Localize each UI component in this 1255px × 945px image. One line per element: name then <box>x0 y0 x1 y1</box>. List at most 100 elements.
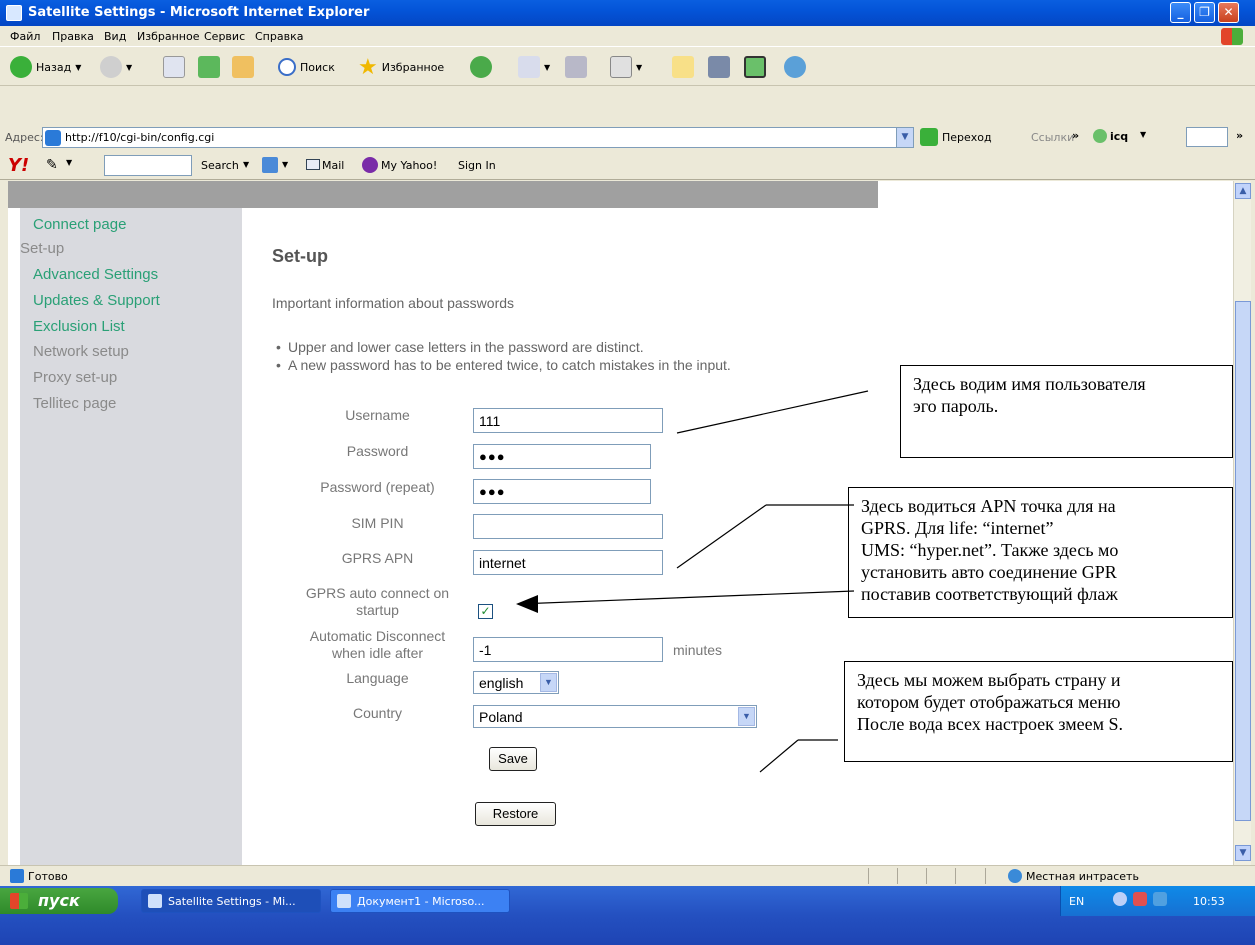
vertical-scrollbar[interactable]: ▲ ▼ <box>1233 181 1251 865</box>
leader-line-country-1 <box>759 739 799 773</box>
edit-button[interactable]: ▼ <box>610 55 642 79</box>
page-status-icon <box>10 869 24 883</box>
yahoo-search-input[interactable] <box>104 155 192 176</box>
flower-icon <box>744 56 766 78</box>
discuss-button[interactable] <box>672 55 694 79</box>
menu-help[interactable]: Справка <box>255 30 303 43</box>
users-icon <box>784 56 806 78</box>
menu-tools[interactable]: Сервис <box>204 30 245 43</box>
scroll-down-icon[interactable]: ▼ <box>1235 845 1251 861</box>
print-icon <box>565 56 587 78</box>
yahoo-mail-button[interactable]: Mail <box>322 159 344 172</box>
forward-button[interactable]: ▼ <box>100 55 132 79</box>
clock: 10:53 <box>1193 895 1225 908</box>
standard-toolbar: Назад ▼ ▼ Поиск ★ Избранное ▼ ▼ <box>0 48 1255 86</box>
word-icon <box>337 894 351 908</box>
search-icon <box>278 58 296 76</box>
tray-network-icon[interactable] <box>1133 892 1147 906</box>
window-icon[interactable] <box>262 157 278 173</box>
users-button[interactable] <box>784 55 806 79</box>
status-text: Готово <box>28 870 68 883</box>
system-tray: EN 10:53 <box>1060 886 1255 916</box>
menu-edit[interactable]: Правка <box>52 30 94 43</box>
back-arrow-icon <box>10 56 32 78</box>
yahoo-search-button[interactable]: Search <box>201 159 239 172</box>
address-input[interactable]: http://f10/cgi-bin/config.cgi ▼ <box>42 127 914 148</box>
refresh-icon <box>198 56 220 78</box>
minimize-button[interactable]: _ <box>1170 2 1191 23</box>
my-yahoo-icon <box>362 157 378 173</box>
print-button[interactable] <box>565 55 587 79</box>
note-icon <box>672 56 694 78</box>
page-icon <box>45 130 61 146</box>
mail-button[interactable]: ▼ <box>518 55 550 79</box>
mail-icon <box>306 159 320 170</box>
stop-button[interactable] <box>163 55 185 79</box>
address-label: Адрес: <box>5 131 44 144</box>
icq-search-input[interactable] <box>1186 127 1228 147</box>
stop-icon <box>163 56 185 78</box>
back-button[interactable]: Назад ▼ <box>10 55 81 79</box>
history-button[interactable] <box>470 55 492 79</box>
history-icon <box>470 56 492 78</box>
leader-arrowhead <box>516 595 538 613</box>
chevron-down-icon: ▼ <box>126 62 133 72</box>
windows-logo-icon <box>1221 28 1243 45</box>
taskbar-item-satellite-label: Satellite Settings - Mi... <box>168 895 296 908</box>
pencil-icon[interactable]: ✎ <box>46 157 58 173</box>
research-button[interactable] <box>708 55 730 79</box>
taskbar: пуск Satellite Settings - Mi... Документ… <box>0 886 1255 945</box>
tray-monitor-icon[interactable] <box>1153 892 1167 906</box>
ie-icon <box>148 894 162 908</box>
address-dropdown-icon[interactable]: ▼ <box>896 128 913 147</box>
my-yahoo-button[interactable]: My Yahoo! <box>381 159 437 172</box>
callout-leader-lines <box>516 390 869 773</box>
address-url: http://f10/cgi-bin/config.cgi <box>65 131 215 144</box>
favorites-label: Избранное <box>381 60 445 74</box>
mail-icon <box>518 56 540 78</box>
menu-bar: Файл Правка Вид Избранное Сервис Справка <box>0 26 1255 47</box>
taskbar-item-document-label: Документ1 - Microso... <box>357 895 485 908</box>
windows-flag-icon <box>10 893 28 909</box>
links-button[interactable]: Ссылки <box>1031 131 1074 144</box>
go-arrow-icon[interactable] <box>920 128 938 146</box>
word-icon <box>610 56 632 78</box>
status-bar: Готово Местная интрасеть <box>0 865 1255 886</box>
tray-arrow-icon[interactable] <box>1113 892 1127 906</box>
menu-favorites[interactable]: Избранное <box>137 30 199 43</box>
yahoo-toolbar: Y! ✎ ▼ Search ▼ ▼ Mail My Yahoo! Sign In <box>0 152 1255 180</box>
leader-line-apn-1 <box>676 504 767 569</box>
research-icon <box>708 56 730 78</box>
chevron-down-icon: ▼ <box>75 62 82 72</box>
home-button[interactable] <box>232 55 254 79</box>
icq-flower-icon <box>1093 129 1107 143</box>
close-button[interactable]: ✕ <box>1218 2 1239 23</box>
icq-button[interactable]: icq <box>1110 130 1128 143</box>
menu-view[interactable]: Вид <box>104 30 126 43</box>
start-button[interactable]: пуск <box>0 888 118 914</box>
scroll-up-icon[interactable]: ▲ <box>1235 183 1251 199</box>
messenger-button[interactable] <box>744 55 766 79</box>
search-button[interactable]: Поиск <box>278 55 335 79</box>
scroll-thumb[interactable] <box>1235 301 1251 821</box>
go-button[interactable]: Переход <box>942 131 992 144</box>
title-bar: Satellite Settings - Microsoft Internet … <box>0 0 1255 26</box>
taskbar-item-document[interactable]: Документ1 - Microso... <box>330 889 510 913</box>
leader-line-username <box>676 390 869 434</box>
back-label: Назад <box>36 60 72 74</box>
menu-file[interactable]: Файл <box>10 30 40 43</box>
favorites-button[interactable]: ★ Избранное <box>358 54 445 80</box>
security-zone: Местная интрасеть <box>1026 870 1139 883</box>
intranet-icon <box>1008 869 1022 883</box>
taskbar-item-satellite[interactable]: Satellite Settings - Mi... <box>141 889 321 913</box>
refresh-button[interactable] <box>198 55 220 79</box>
star-icon: ★ <box>358 54 378 80</box>
yahoo-logo-icon[interactable]: Y! <box>8 155 29 176</box>
start-label: пуск <box>38 891 80 910</box>
language-indicator[interactable]: EN <box>1069 895 1084 908</box>
page-content: Connect page Set-up Advanced Settings Up… <box>8 181 1233 865</box>
maximize-button[interactable]: ❐ <box>1194 2 1215 23</box>
forward-arrow-icon <box>100 56 122 78</box>
ie-icon <box>6 5 22 21</box>
sign-in-button[interactable]: Sign In <box>458 159 496 172</box>
